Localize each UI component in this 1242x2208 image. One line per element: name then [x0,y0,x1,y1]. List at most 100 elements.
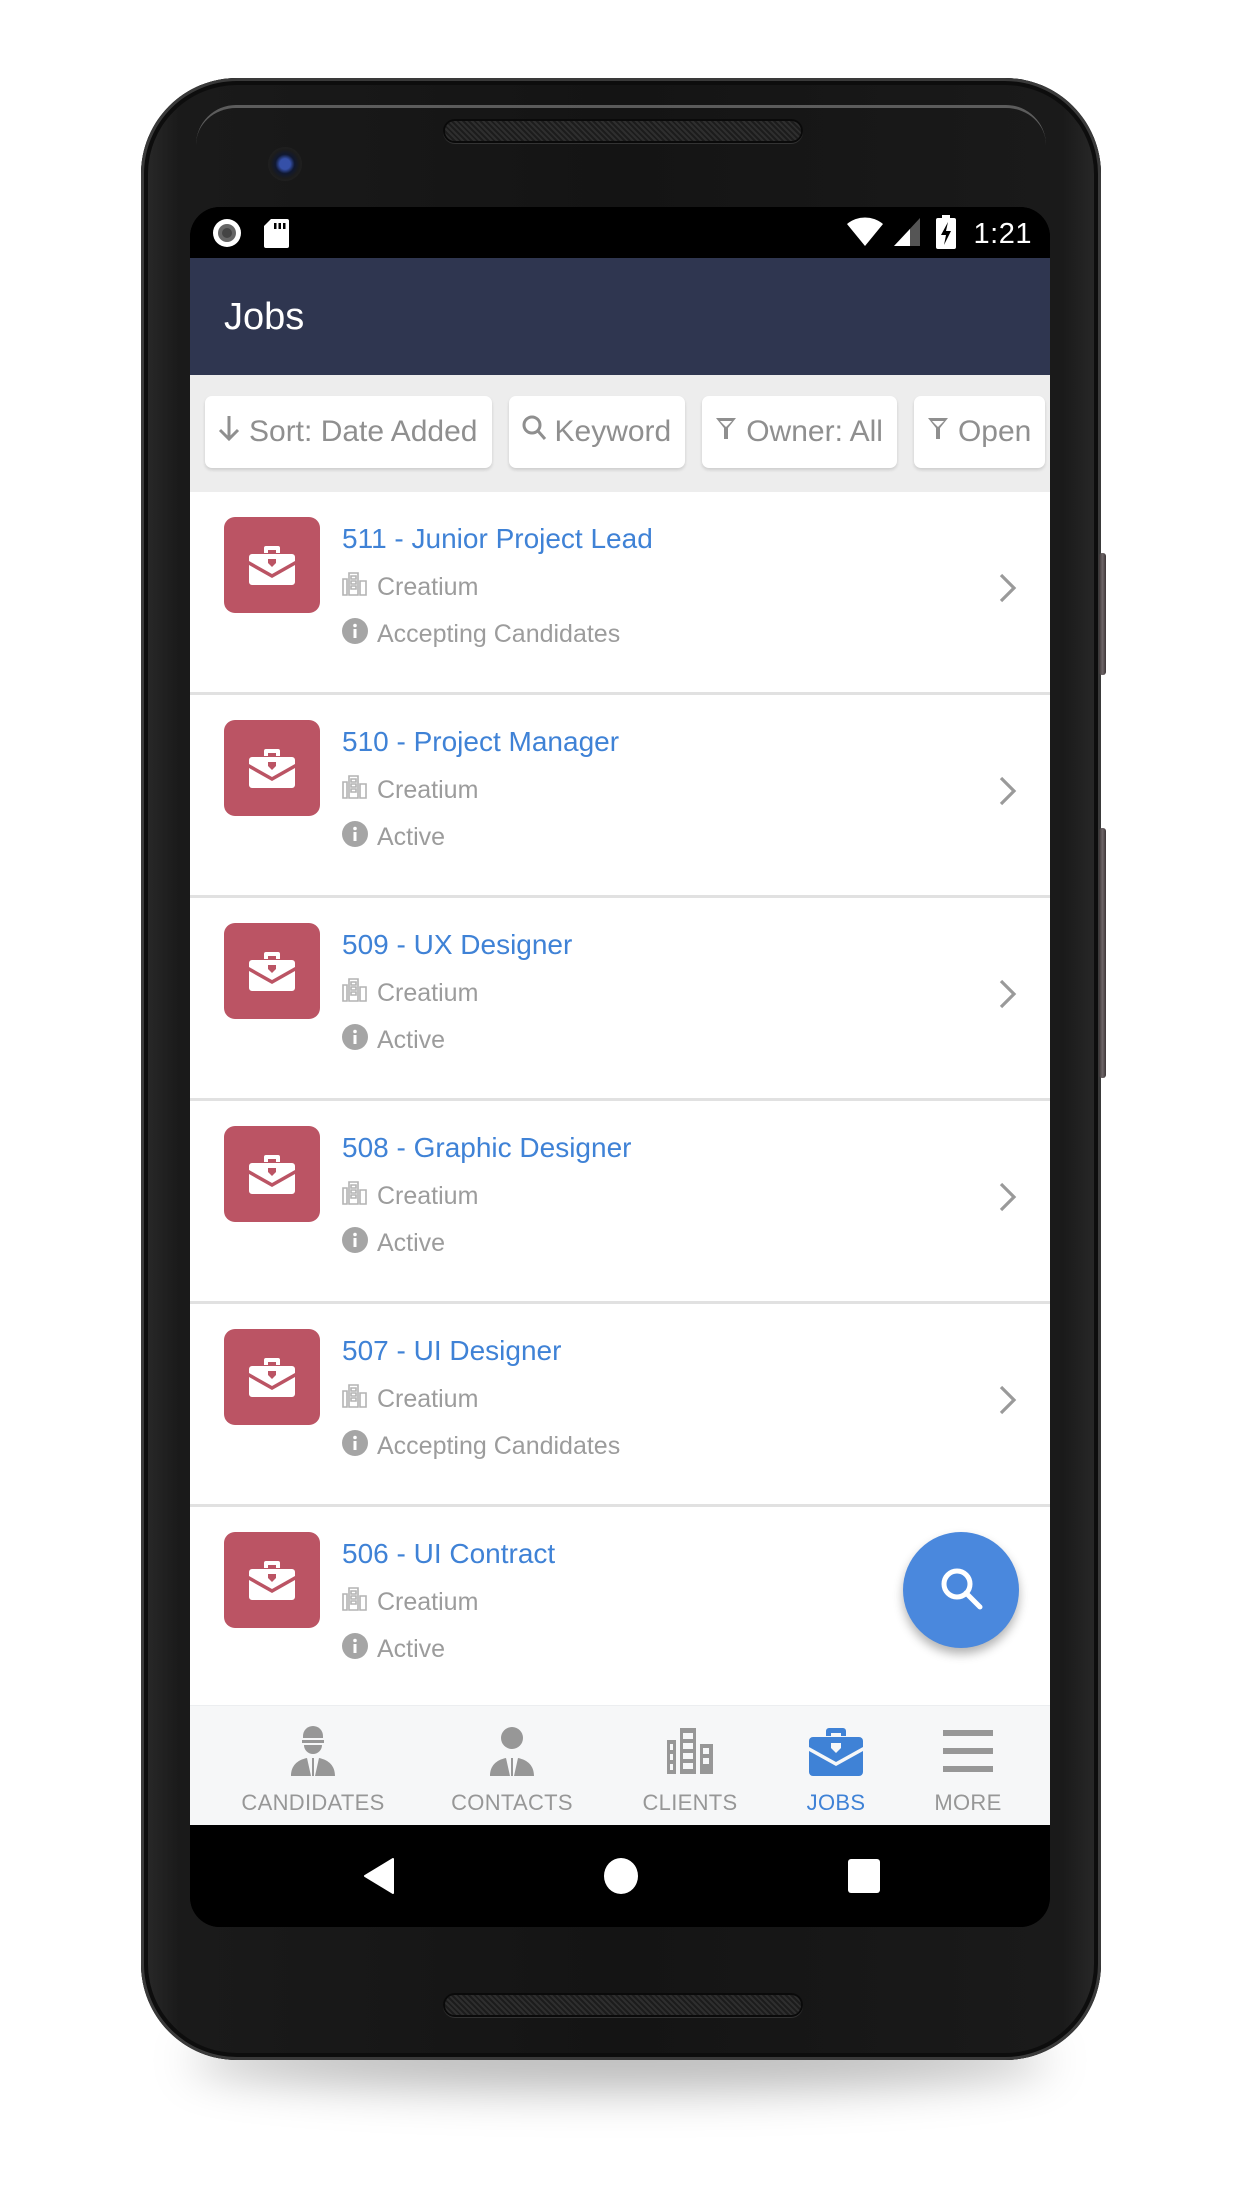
filter-icon [714,414,738,450]
info-icon [342,821,368,854]
bottom-nav: CANDIDATES CONTACTS CLIENTS JOBS MORE [190,1705,1050,1825]
job-client-name: Creatium [377,1588,479,1616]
job-client-name: Creatium [377,573,479,601]
building-icon [342,1181,368,1212]
briefcase-icon [224,720,320,816]
job-client: Creatium [342,1181,478,1212]
job-client: Creatium [342,978,478,1009]
filter-bar[interactable]: Sort: Date Added Keyword Owner: All Open [190,375,1050,492]
nav-label: MORE [934,1790,1002,1815]
earpiece-speaker [445,121,801,141]
chevron-right-icon[interactable] [998,978,1018,1015]
building-icon [342,572,368,603]
screen: 1:21 Jobs Sort: Date Added Keyword Owner… [190,207,1050,1927]
open-filter-label: Open [957,415,1032,448]
job-title[interactable]: 507 - UI Designer [342,1335,561,1367]
nav-more[interactable]: MORE [908,1706,1028,1826]
recents-icon[interactable] [847,1857,881,1900]
owner-filter-label: Owner: All [746,415,883,448]
chevron-right-icon[interactable] [998,1181,1018,1218]
chevron-right-icon[interactable] [998,1384,1018,1421]
nav-label: CONTACTS [451,1790,573,1815]
job-client-name: Creatium [377,1182,479,1210]
nav-contacts[interactable]: CONTACTS [442,1706,582,1826]
search-icon [521,414,547,450]
job-title[interactable]: 510 - Project Manager [342,726,619,758]
job-row[interactable]: 510 - Project Manager Creatium Active [190,695,1050,898]
info-icon [342,1633,368,1666]
cell-signal-icon [892,216,922,253]
search-fab[interactable] [903,1532,1019,1648]
wifi-icon [846,216,884,253]
open-filter-chip[interactable]: Open [913,396,1046,468]
job-client: Creatium [342,1587,478,1618]
home-icon[interactable] [603,1857,639,1900]
menu-icon [943,1706,993,1776]
info-icon [342,1024,368,1057]
building-icon [342,1587,368,1618]
info-icon [342,618,368,651]
owner-filter-chip[interactable]: Owner: All [702,396,897,468]
job-title[interactable]: 511 - Junior Project Lead [342,523,653,555]
briefcase-icon [224,1532,320,1628]
contact-icon [488,1706,536,1776]
building-icon [342,1384,368,1415]
building-icon [665,1706,715,1776]
job-status: Accepting Candidates [342,1430,620,1463]
keyword-chip-label: Keyword [554,415,672,448]
briefcase-icon [224,923,320,1019]
job-status: Active [342,1024,445,1057]
front-camera [268,147,302,181]
search-icon [937,1564,985,1617]
chevron-right-icon[interactable] [998,775,1018,812]
nav-clients[interactable]: CLIENTS [630,1706,750,1826]
nav-label: JOBS [806,1790,866,1815]
job-title[interactable]: 508 - Graphic Designer [342,1132,631,1164]
battery-charging-icon [935,215,956,254]
briefcase-icon [224,1126,320,1222]
job-client-name: Creatium [377,1385,479,1413]
nav-label: CANDIDATES [241,1790,385,1815]
filter-icon [926,414,950,450]
job-row[interactable]: 511 - Junior Project Lead Creatium Accep… [190,492,1050,695]
job-status-label: Active [377,823,446,851]
page-title: Jobs [224,296,305,338]
job-list: 511 - Junior Project Lead Creatium Accep… [190,492,1050,1705]
status-bar: 1:21 [190,207,1050,258]
job-status: Active [342,1227,445,1260]
sort-chip[interactable]: Sort: Date Added [205,396,492,468]
building-icon [342,978,368,1009]
briefcase-icon [224,1329,320,1425]
back-icon[interactable] [363,1857,395,1900]
job-client: Creatium [342,572,478,603]
job-status-label: Active [377,1229,446,1257]
briefcase-icon [224,517,320,613]
sd-card-icon [264,218,289,253]
chevron-right-icon[interactable] [998,572,1018,609]
job-status-label: Accepting Candidates [377,1432,621,1460]
job-row[interactable]: 509 - UX Designer Creatium Active [190,898,1050,1101]
record-icon [212,218,242,253]
nav-candidates[interactable]: CANDIDATES [241,1706,385,1826]
job-client: Creatium [342,775,478,806]
volume-button [1099,828,1106,1078]
job-title[interactable]: 509 - UX Designer [342,929,572,961]
job-row[interactable]: 507 - UI Designer Creatium Accepting Can… [190,1304,1050,1507]
nav-jobs[interactable]: JOBS [776,1706,896,1826]
arrow-down-icon [217,414,241,450]
keyword-chip[interactable]: Keyword [508,396,686,468]
sort-chip-label: Sort: Date Added [249,415,478,448]
job-title[interactable]: 506 - UI Contract [342,1538,555,1570]
info-icon [342,1227,368,1260]
job-status: Active [342,821,445,854]
building-icon [342,775,368,806]
candidate-icon [289,1706,337,1776]
nav-label: CLIENTS [642,1790,738,1815]
job-client-name: Creatium [377,979,479,1007]
info-icon [342,1430,368,1463]
job-status-label: Accepting Candidates [377,620,621,648]
job-row[interactable]: 508 - Graphic Designer Creatium Active [190,1101,1050,1304]
power-button [1099,553,1106,675]
job-status: Accepting Candidates [342,618,620,651]
job-client: Creatium [342,1384,478,1415]
